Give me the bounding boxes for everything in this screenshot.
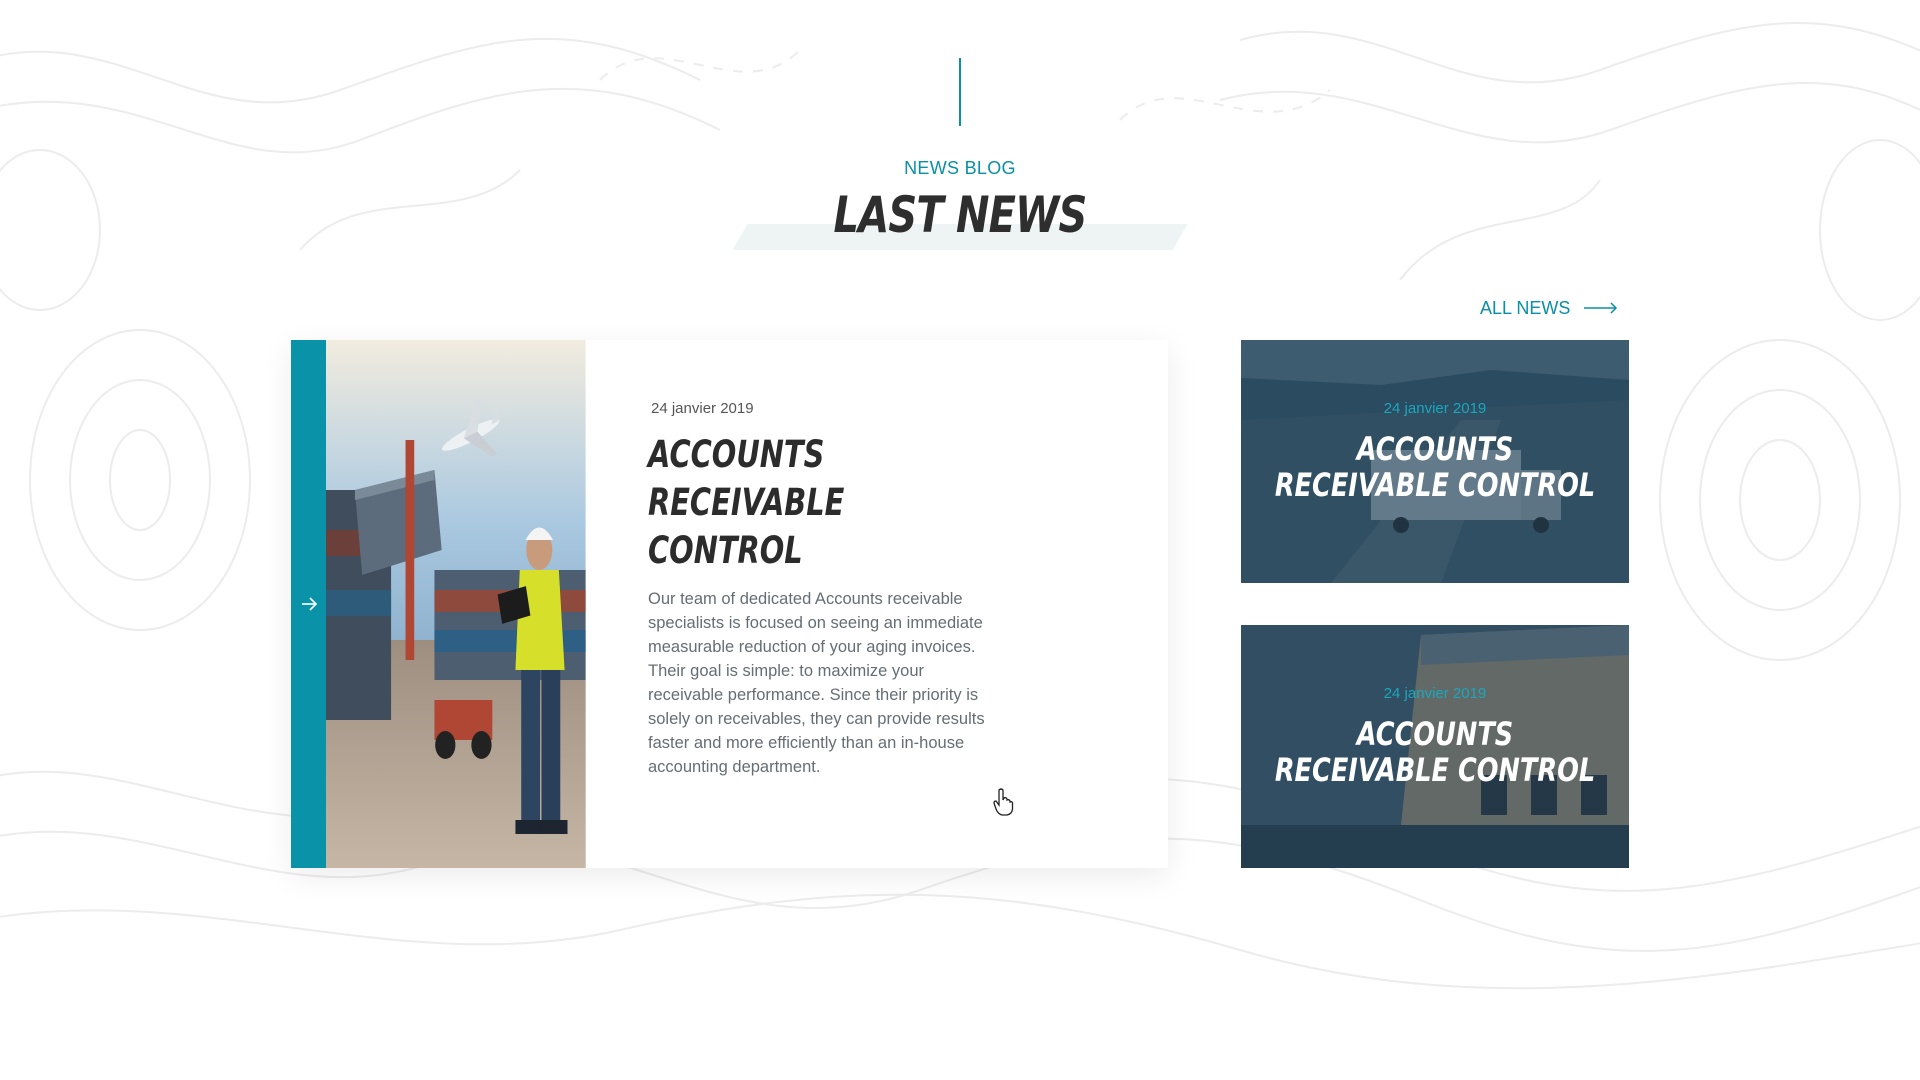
article-date: 24 janvier 2019	[1383, 400, 1487, 417]
article-excerpt: Our team of dedicated Accounts receivabl…	[648, 590, 985, 776]
side-article-content: 24 janvier 2019 ACCOUNTS RECEIVABLE CONT…	[1241, 625, 1629, 868]
side-article-content: 24 janvier 2019 ACCOUNTS RECEIVABLE CONT…	[1241, 340, 1629, 583]
article-title[interactable]: ACCOUNTS RECEIVABLE CONTROL	[1267, 431, 1603, 503]
side-article-card[interactable]: 24 janvier 2019 ACCOUNTS RECEIVABLE CONT…	[1241, 625, 1629, 868]
decorative-vertical-line	[959, 58, 961, 126]
section-title-block: LAST NEWS	[732, 186, 1188, 256]
section-eyebrow: NEWS BLOG	[904, 158, 1016, 178]
article-date: 24 janvier 2019	[651, 400, 754, 417]
section-title: LAST NEWS	[833, 186, 1088, 244]
side-article-card[interactable]: 24 janvier 2019 ACCOUNTS RECEIVABLE CONT…	[1241, 340, 1629, 583]
all-news-label: ALL NEWS	[1480, 297, 1571, 318]
featured-article-image	[326, 340, 586, 868]
all-news-link[interactable]: ALL NEWS	[1480, 296, 1620, 320]
featured-article-card[interactable]: 24 janvier 2019 ACCOUNTS RECEIVABLE CONT…	[291, 340, 1168, 868]
hand-pointer-icon	[993, 788, 1014, 816]
arrow-right-icon	[301, 597, 317, 611]
featured-article-content: 24 janvier 2019 ACCOUNTS RECEIVABLE CONT…	[586, 340, 1168, 868]
featured-article-open-button[interactable]	[291, 340, 327, 868]
article-title[interactable]: ACCOUNTS RECEIVABLE CONTROL	[1267, 716, 1603, 788]
arrow-right-icon	[1584, 302, 1618, 314]
article-date: 24 janvier 2019	[1383, 685, 1487, 702]
article-title[interactable]: ACCOUNTS RECEIVABLE CONTROL	[648, 431, 1007, 575]
